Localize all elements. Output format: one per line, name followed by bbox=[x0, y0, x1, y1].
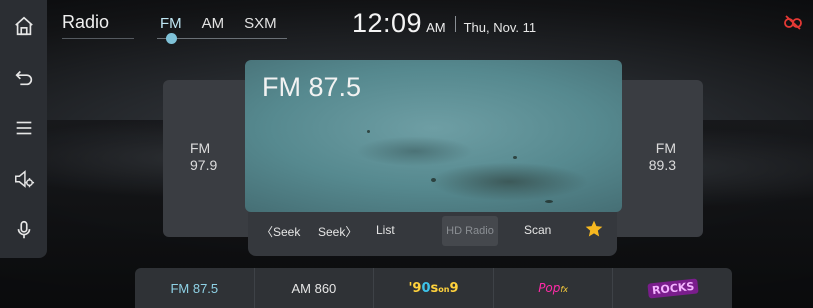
hd-radio-button[interactable]: HD Radio bbox=[442, 216, 498, 246]
home-icon bbox=[14, 16, 33, 35]
tab-sxm[interactable]: SXM bbox=[244, 15, 277, 32]
preset-3[interactable]: '90son9 bbox=[374, 268, 494, 308]
90s-logo: '90son9 bbox=[408, 280, 459, 296]
back-icon bbox=[14, 70, 32, 85]
preset-4[interactable]: Popfx bbox=[494, 268, 614, 308]
connection-status-icon bbox=[784, 15, 802, 30]
hd-radio-label: HD Radio bbox=[446, 225, 494, 237]
page-title: Radio bbox=[62, 12, 110, 32]
preset-bar: FM 87.5 AM 860 '90son9 Popfx ROCKS bbox=[135, 268, 732, 308]
tab-am[interactable]: AM bbox=[202, 15, 225, 32]
seek-back-button[interactable]: 〈Seek bbox=[261, 223, 300, 240]
current-station-card: FM 87.5 bbox=[245, 60, 622, 212]
title-underline bbox=[62, 38, 134, 39]
menu-icon bbox=[16, 121, 31, 134]
next-station-label: FM 89.3 bbox=[649, 140, 676, 174]
texture-speck bbox=[367, 130, 370, 133]
tab-fm[interactable]: FM bbox=[160, 15, 182, 32]
scan-button[interactable]: Scan bbox=[524, 223, 551, 237]
band-slider-knob[interactable] bbox=[166, 33, 177, 44]
menu-button[interactable] bbox=[0, 102, 47, 153]
sound-settings-button[interactable] bbox=[0, 153, 47, 204]
preset-1[interactable]: FM 87.5 bbox=[135, 268, 255, 308]
preset-5[interactable]: ROCKS bbox=[613, 268, 732, 308]
preset-label: AM 860 bbox=[291, 280, 337, 296]
volume-settings-icon bbox=[14, 169, 34, 188]
previous-station-label: FM 97.9 bbox=[190, 140, 217, 174]
home-button[interactable] bbox=[0, 0, 47, 51]
pop-logo: Popfx bbox=[538, 281, 568, 295]
playback-controls: 〈Seek Seek〉 List HD Radio Scan bbox=[248, 212, 617, 256]
texture-speck bbox=[431, 178, 436, 182]
band-tabs: FM AM SXM bbox=[160, 15, 277, 32]
current-station: FM 87.5 bbox=[262, 72, 362, 102]
voice-button[interactable] bbox=[0, 204, 47, 255]
previous-station-freq: 97.9 bbox=[190, 157, 218, 173]
texture-speck bbox=[513, 156, 517, 159]
back-button[interactable] bbox=[0, 51, 47, 102]
list-button[interactable]: List bbox=[376, 223, 395, 237]
next-station-freq: 89.3 bbox=[648, 157, 676, 173]
clock-ampm: AM bbox=[426, 20, 446, 35]
clock-divider bbox=[454, 15, 456, 32]
texture-speck bbox=[545, 200, 553, 203]
favorite-star-icon[interactable] bbox=[584, 219, 604, 239]
microphone-icon bbox=[17, 220, 30, 238]
previous-station-band: FM bbox=[190, 140, 211, 156]
clock: 12:09 AM Thu, Nov. 11 bbox=[352, 8, 536, 39]
seek-forward-button[interactable]: Seek〉 bbox=[318, 223, 357, 240]
left-rail bbox=[0, 0, 47, 258]
clock-time: 12:09 bbox=[352, 8, 423, 38]
next-station-band: FM bbox=[655, 140, 676, 156]
clock-date: Thu, Nov. 11 bbox=[463, 20, 537, 35]
preset-label: FM 87.5 bbox=[170, 280, 219, 296]
rocks-logo: ROCKS bbox=[646, 277, 699, 299]
preset-2[interactable]: AM 860 bbox=[255, 268, 375, 308]
